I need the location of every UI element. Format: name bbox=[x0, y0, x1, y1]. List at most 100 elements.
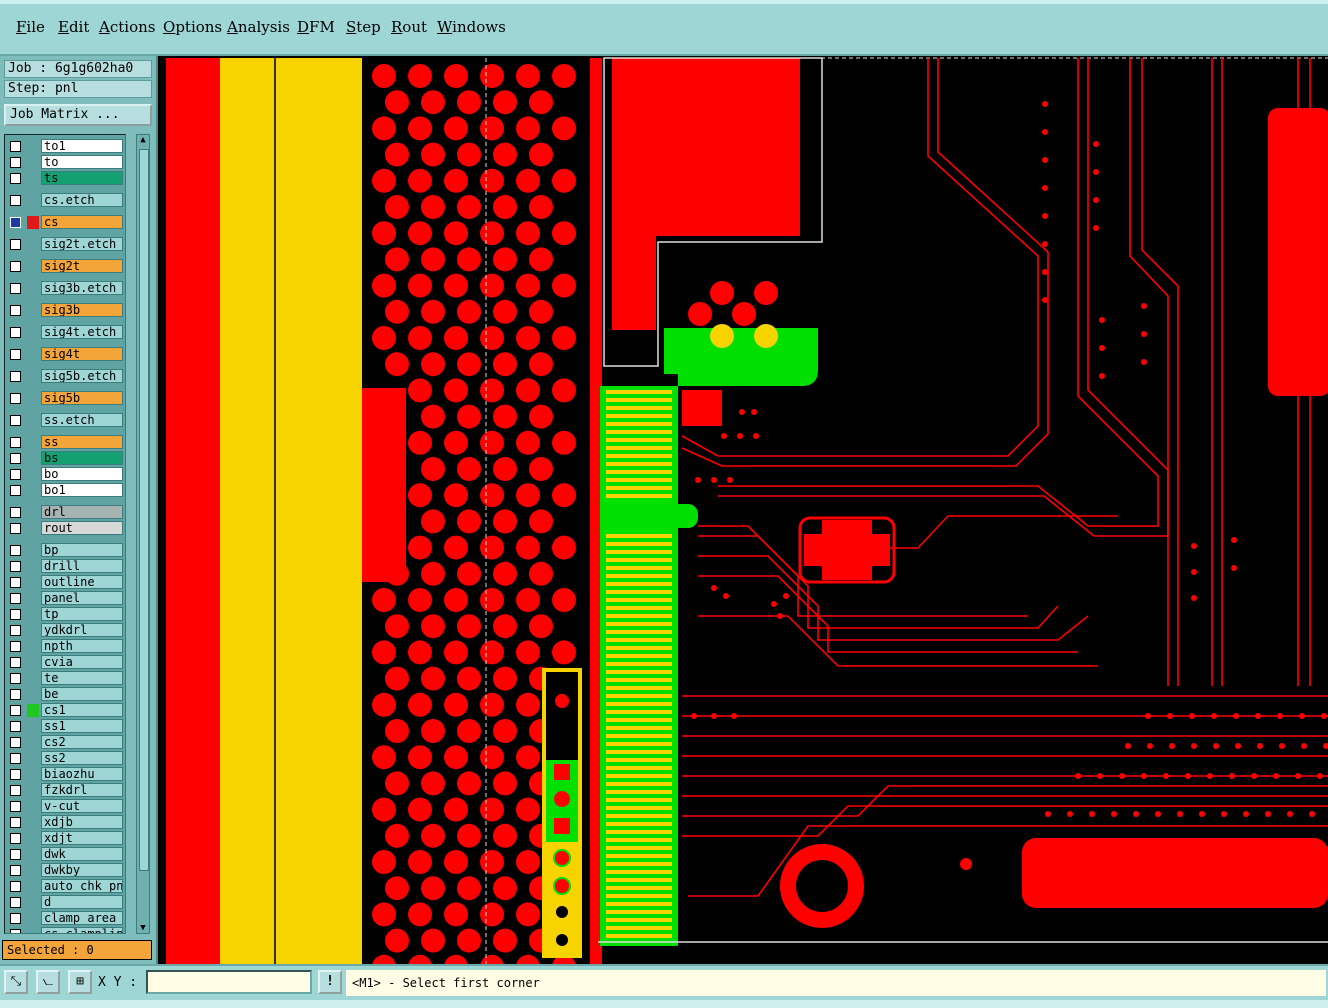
layer-row-bp[interactable]: bp bbox=[5, 543, 125, 558]
layer-row-sig5b[interactable]: sig5b bbox=[5, 391, 125, 406]
layer-checkbox[interactable] bbox=[10, 673, 21, 684]
layer-checkbox[interactable] bbox=[10, 437, 21, 448]
layer-name[interactable]: dwkby bbox=[41, 863, 123, 877]
layer-row-sig3b[interactable]: sig3b bbox=[5, 303, 125, 318]
layer-name[interactable]: dwk bbox=[41, 847, 123, 861]
layer-row-cs_clampline[interactable]: cs_clampline bbox=[5, 927, 125, 933]
layer-checkbox[interactable] bbox=[10, 239, 21, 250]
scroll-up-icon[interactable]: ▲ bbox=[137, 135, 149, 145]
layer-name[interactable]: d bbox=[41, 895, 123, 909]
layer-row-cs1[interactable]: cs1 bbox=[5, 703, 125, 718]
layer-name[interactable]: sig4t.etch bbox=[41, 325, 123, 339]
layer-checkbox[interactable] bbox=[10, 833, 21, 844]
layer-name[interactable]: bs bbox=[41, 451, 123, 465]
exclamation-icon[interactable]: ! bbox=[318, 970, 342, 994]
layer-row-dwkby[interactable]: dwkby bbox=[5, 863, 125, 878]
layer-row-be[interactable]: be bbox=[5, 687, 125, 702]
layer-name[interactable]: ss bbox=[41, 435, 123, 449]
measure-icon[interactable]: ⦦ bbox=[36, 970, 60, 994]
layer-row-biaozhu[interactable]: biaozhu bbox=[5, 767, 125, 782]
layer-name[interactable]: biaozhu bbox=[41, 767, 123, 781]
menu-actions[interactable]: Actions bbox=[99, 18, 155, 36]
layer-checkbox[interactable] bbox=[10, 641, 21, 652]
layer-row-drill[interactable]: drill bbox=[5, 559, 125, 574]
layer-checkbox[interactable] bbox=[10, 507, 21, 518]
layer-row-v-cut[interactable]: v-cut bbox=[5, 799, 125, 814]
menu-options[interactable]: Options bbox=[163, 18, 222, 36]
layer-row-dwk[interactable]: dwk bbox=[5, 847, 125, 862]
layer-row-drl[interactable]: drl bbox=[5, 505, 125, 520]
layer-checkbox[interactable] bbox=[10, 141, 21, 152]
layer-name[interactable]: drl bbox=[41, 505, 123, 519]
layer-row-rout[interactable]: rout bbox=[5, 521, 125, 536]
layer-checkbox[interactable] bbox=[10, 609, 21, 620]
layer-checkbox[interactable] bbox=[10, 523, 21, 534]
layer-name[interactable]: ss2 bbox=[41, 751, 123, 765]
layer-checkbox[interactable] bbox=[10, 769, 21, 780]
layer-row-ss.etch[interactable]: ss.etch bbox=[5, 413, 125, 428]
layer-checkbox[interactable] bbox=[10, 801, 21, 812]
menu-step[interactable]: Step bbox=[346, 18, 381, 36]
layer-checkbox[interactable] bbox=[10, 485, 21, 496]
layer-row-cs[interactable]: cs bbox=[5, 215, 125, 230]
layer-row-to[interactable]: to bbox=[5, 155, 125, 170]
job-matrix-button[interactable]: Job Matrix ... bbox=[4, 104, 152, 126]
layer-name[interactable]: sig3b bbox=[41, 303, 123, 317]
layer-row-bo[interactable]: bo bbox=[5, 467, 125, 482]
layer-row-ss2[interactable]: ss2 bbox=[5, 751, 125, 766]
layer-name[interactable]: panel bbox=[41, 591, 123, 605]
layer-name[interactable]: ss.etch bbox=[41, 413, 123, 427]
layer-row-ts[interactable]: ts bbox=[5, 171, 125, 186]
layer-row-d[interactable]: d bbox=[5, 895, 125, 910]
layer-checkbox[interactable] bbox=[10, 705, 21, 716]
layer-row-tp[interactable]: tp bbox=[5, 607, 125, 622]
layer-row-sig4t[interactable]: sig4t bbox=[5, 347, 125, 362]
layer-name[interactable]: bo bbox=[41, 467, 123, 481]
layer-name[interactable]: bp bbox=[41, 543, 123, 557]
layer-checkbox[interactable] bbox=[10, 453, 21, 464]
layer-name[interactable]: xdjb bbox=[41, 815, 123, 829]
layer-name[interactable]: te bbox=[41, 671, 123, 685]
layer-name[interactable]: sig2t bbox=[41, 259, 123, 273]
layer-row-outline[interactable]: outline bbox=[5, 575, 125, 590]
layer-name[interactable]: rout bbox=[41, 521, 123, 535]
menu-rout[interactable]: Rout bbox=[391, 18, 427, 36]
layer-name[interactable]: drill bbox=[41, 559, 123, 573]
layer-row-sig2t[interactable]: sig2t bbox=[5, 259, 125, 274]
layer-row-bs[interactable]: bs bbox=[5, 451, 125, 466]
layer-name[interactable]: clamp_area bbox=[41, 911, 123, 925]
layer-name[interactable]: ss1 bbox=[41, 719, 123, 733]
layer-list[interactable]: to1 to ts cs.etch cs sig2t.etch sig2t sig3b.etc… bbox=[4, 134, 126, 934]
layer-name[interactable]: sig2t.etch bbox=[41, 237, 123, 251]
layer-name[interactable]: fzkdrl bbox=[41, 783, 123, 797]
layer-name[interactable]: bo1 bbox=[41, 483, 123, 497]
layer-checkbox[interactable] bbox=[10, 865, 21, 876]
layer-row-te[interactable]: te bbox=[5, 671, 125, 686]
menu-dfm[interactable]: DFM bbox=[297, 18, 335, 36]
layer-row-xdjb[interactable]: xdjb bbox=[5, 815, 125, 830]
layer-checkbox[interactable] bbox=[10, 415, 21, 426]
layer-name[interactable]: ydkdrl bbox=[41, 623, 123, 637]
layer-name[interactable]: xdjt bbox=[41, 831, 123, 845]
layer-row-cs.etch[interactable]: cs.etch bbox=[5, 193, 125, 208]
layer-checkbox[interactable] bbox=[10, 195, 21, 206]
layer-name[interactable]: cvia bbox=[41, 655, 123, 669]
layer-name[interactable]: be bbox=[41, 687, 123, 701]
layer-name[interactable]: auto_chk_pnl bbox=[41, 879, 123, 893]
layer-row-cs2[interactable]: cs2 bbox=[5, 735, 125, 750]
layer-row-to1[interactable]: to1 bbox=[5, 139, 125, 154]
menu-file[interactable]: File bbox=[16, 18, 45, 36]
layer-checkbox[interactable] bbox=[10, 593, 21, 604]
pcb-view[interactable] bbox=[158, 56, 1328, 964]
layer-checkbox[interactable] bbox=[10, 157, 21, 168]
layer-name[interactable]: cs1 bbox=[41, 703, 123, 717]
layer-row-sig4t.etch[interactable]: sig4t.etch bbox=[5, 325, 125, 340]
layer-row-auto_chk_pnl[interactable]: auto_chk_pnl bbox=[5, 879, 125, 894]
layer-row-clamp_area[interactable]: clamp_area bbox=[5, 911, 125, 926]
layer-checkbox[interactable] bbox=[10, 217, 21, 228]
scroll-down-icon[interactable]: ▼ bbox=[137, 923, 149, 933]
layer-checkbox[interactable] bbox=[10, 625, 21, 636]
layer-row-fzkdrl[interactable]: fzkdrl bbox=[5, 783, 125, 798]
layer-row-npth[interactable]: npth bbox=[5, 639, 125, 654]
layer-checkbox[interactable] bbox=[10, 173, 21, 184]
